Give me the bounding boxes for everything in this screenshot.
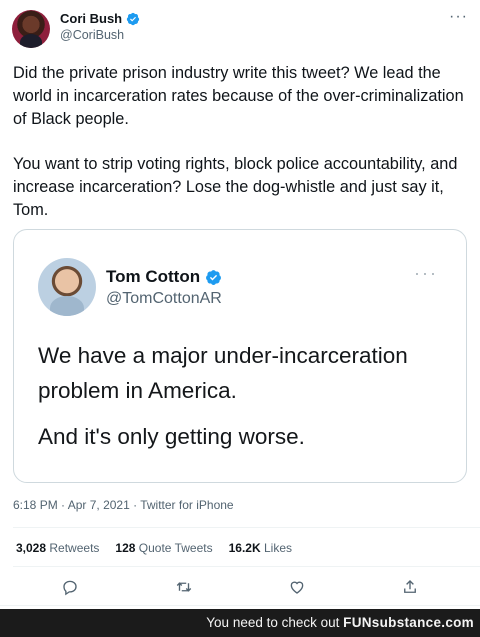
quotes-count: 128 (115, 541, 136, 555)
likes-label: Likes (263, 541, 292, 555)
quoted-tweet-card[interactable]: Tom Cotton @TomCottonAR ··· We have a ma… (13, 229, 467, 483)
quotes-stat[interactable]: 128 Quote Tweets (115, 541, 212, 555)
like-icon[interactable] (288, 578, 310, 600)
verified-badge-icon (206, 269, 222, 285)
tweet-date[interactable]: Apr 7, 2021 (58, 498, 130, 512)
likes-count: 16.2K (228, 541, 261, 555)
retweets-label: Retweets (49, 541, 100, 555)
tweet-time[interactable]: 6:18 PM (13, 498, 58, 512)
watermark-footer: You need to check out FUNsubstance.com (0, 609, 480, 637)
author-info: Cori Bush @CoriBush (60, 11, 140, 42)
quoted-tweet-text: We have a major under-incarceration prob… (38, 338, 458, 454)
tweet-text: Did the private prison industry write th… (13, 62, 471, 222)
reply-icon[interactable] (61, 578, 83, 600)
retweets-stat[interactable]: 3,028 Retweets (16, 541, 99, 555)
quoted-line-1: We have a major under-incarceration prob… (38, 343, 408, 403)
divider (0, 605, 480, 606)
author-name[interactable]: Cori Bush (60, 11, 122, 26)
divider (13, 566, 480, 567)
divider (13, 527, 480, 528)
tweet-stats: 3,028 Retweets 128 Quote Tweets 16.2K Li… (16, 541, 292, 555)
quoted-author-avatar (38, 258, 96, 316)
author-handle[interactable]: @CoriBush (60, 28, 140, 42)
author-avatar[interactable] (12, 10, 50, 48)
tweet-meta: 6:18 PMApr 7, 2021Twitter for iPhone (13, 498, 234, 512)
tweet-paragraph-1: Did the private prison industry write th… (13, 64, 464, 128)
quoted-author-name: Tom Cotton (106, 267, 201, 286)
retweets-count: 3,028 (16, 541, 47, 555)
more-options-icon[interactable]: ··· (449, 9, 468, 25)
tweet-source[interactable]: Twitter for iPhone (130, 498, 234, 512)
footer-text: You need to check out (206, 615, 340, 630)
tweet-actions (0, 578, 480, 600)
verified-badge-icon (126, 12, 140, 25)
quoted-author-handle: @TomCottonAR (106, 290, 222, 307)
more-options-icon: ··· (414, 263, 438, 283)
tweet-header: Cori Bush @CoriBush ··· (12, 9, 468, 50)
retweet-icon[interactable] (175, 578, 197, 600)
share-icon[interactable] (401, 578, 423, 600)
quoted-line-2: And it's only getting worse. (38, 424, 305, 449)
quoted-author-info: Tom Cotton @TomCottonAR (106, 267, 222, 308)
quotes-label: Quote Tweets (138, 541, 213, 555)
likes-stat[interactable]: 16.2K Likes (229, 541, 292, 555)
tweet-paragraph-2: You want to strip voting rights, block p… (13, 155, 458, 219)
footer-brand: FUNsubstance.com (343, 615, 474, 630)
